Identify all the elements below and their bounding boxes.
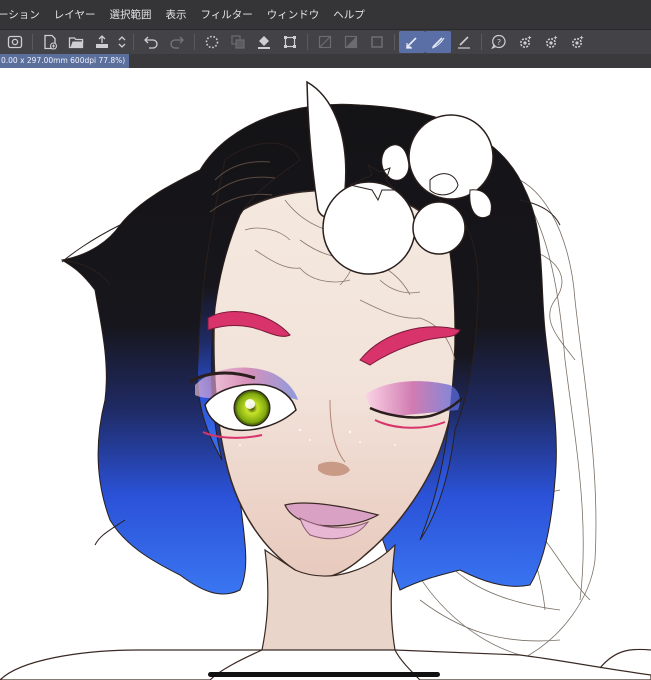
pen-icon[interactable]	[399, 31, 425, 53]
save-upload-icon[interactable]	[89, 31, 115, 53]
ruler-pen-icon[interactable]	[451, 31, 477, 53]
mask-icon[interactable]	[338, 31, 364, 53]
toolbar-divider	[194, 34, 195, 50]
gear-sparkle-icon[interactable]	[538, 31, 564, 53]
eye-icon[interactable]	[2, 31, 28, 53]
transform-icon[interactable]	[277, 31, 303, 53]
new-document-icon[interactable]	[37, 31, 63, 53]
toolbar-divider	[32, 34, 33, 50]
square-icon[interactable]	[364, 31, 390, 53]
pen-curve-icon[interactable]	[425, 31, 451, 53]
menu-window[interactable]: ウィンドウ	[260, 0, 327, 30]
loading-icon[interactable]	[199, 31, 225, 53]
undo-icon[interactable]	[138, 31, 164, 53]
menu-help[interactable]: ヘルプ	[326, 0, 372, 30]
menu-animation[interactable]: ーション	[0, 0, 47, 30]
gear-sparkle-icon[interactable]	[564, 31, 590, 53]
redo-icon[interactable]	[164, 31, 190, 53]
stepper-icon[interactable]	[115, 31, 129, 53]
toolbar-divider	[481, 34, 482, 50]
menu-layer[interactable]: レイヤー	[47, 0, 103, 30]
toolbar-divider	[394, 34, 395, 50]
document-tab-bar: 0.00 x 297.00mm 600dpi 77.8%)	[0, 54, 651, 68]
clear-selection-icon[interactable]	[312, 31, 338, 53]
menu-filter[interactable]: フィルター	[193, 0, 259, 30]
fill-icon[interactable]	[251, 31, 277, 53]
menu-selection[interactable]: 選択範囲	[102, 0, 158, 30]
document-tab[interactable]: 0.00 x 297.00mm 600dpi 77.8%)	[0, 54, 130, 68]
toolbar-divider	[133, 34, 134, 50]
home-indicator	[208, 672, 440, 677]
svg-text:?: ?	[497, 38, 501, 47]
open-folder-icon[interactable]	[63, 31, 89, 53]
command-bar: ?	[0, 30, 651, 54]
illustration	[0, 80, 651, 680]
toolbar-divider	[307, 34, 308, 50]
menu-bar: ーション レイヤー 選択範囲 表示 フィルター ウィンドウ ヘルプ	[0, 0, 651, 30]
drawing-canvas[interactable]	[0, 68, 651, 680]
menu-view[interactable]: 表示	[158, 0, 193, 30]
help-icon[interactable]: ?	[486, 31, 512, 53]
copy-layer-icon[interactable]	[225, 31, 251, 53]
gear-sparkle-icon[interactable]	[512, 31, 538, 53]
